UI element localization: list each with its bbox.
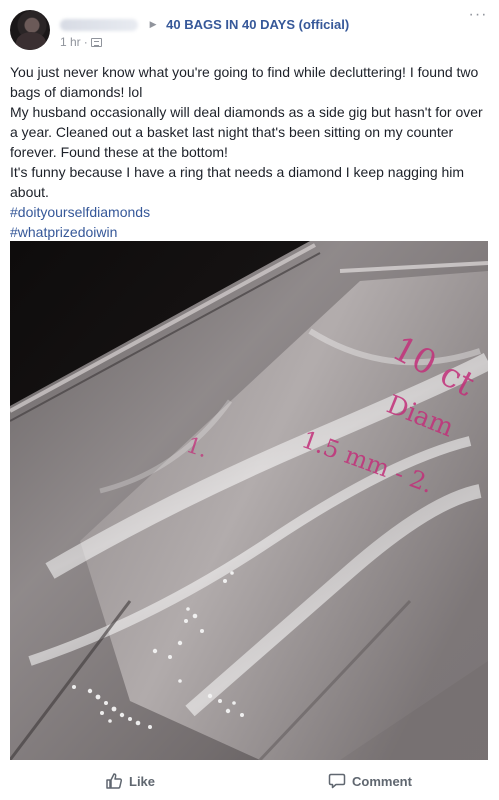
photo-bags-of-diamonds: 10 ct Diam 1.5 mm - 2. 1. [10, 241, 488, 760]
comment-label: Comment [352, 773, 412, 789]
like-label: Like [129, 773, 156, 789]
post-actions-bar: Like Comment [0, 762, 499, 800]
message-paragraph: My husband occasionally will deal diamon… [10, 104, 483, 160]
timestamp[interactable]: 1 hr [60, 35, 81, 49]
speech-bubble-icon [328, 773, 346, 789]
share-arrow-icon: ▶ [149, 19, 157, 30]
hashtag-link[interactable]: #doityourselfdiamonds [10, 202, 490, 222]
author-name-redacted[interactable] [60, 18, 138, 31]
post-message: You just never know what you're going to… [10, 62, 490, 242]
comment-button[interactable]: Comment [328, 771, 412, 791]
author-line: ▶ 40 BAGS IN 40 DAYS (official) [60, 16, 349, 34]
thumbs-up-icon [106, 773, 123, 789]
meta-separator: · [83, 35, 88, 49]
post-header: ▶ 40 BAGS IN 40 DAYS (official) 1 hr · ··… [10, 7, 490, 54]
post-photo[interactable]: 10 ct Diam 1.5 mm - 2. 1. [10, 241, 488, 760]
group-audience-icon[interactable] [90, 38, 102, 47]
message-paragraph: You just never know what you're going to… [10, 64, 479, 100]
ellipsis-icon: ··· [468, 6, 488, 23]
more-options-button[interactable]: ··· [466, 7, 490, 28]
post-meta: 1 hr · [60, 35, 102, 49]
author-avatar[interactable] [10, 10, 50, 50]
message-paragraph: It's funny because I have a ring that ne… [10, 164, 465, 200]
like-button[interactable]: Like [105, 771, 155, 791]
group-name-link[interactable]: 40 BAGS IN 40 DAYS (official) [166, 17, 349, 32]
feed-post: ▶ 40 BAGS IN 40 DAYS (official) 1 hr · ··… [0, 0, 499, 800]
hashtag-link[interactable]: #whatprizedoiwin [10, 222, 490, 242]
